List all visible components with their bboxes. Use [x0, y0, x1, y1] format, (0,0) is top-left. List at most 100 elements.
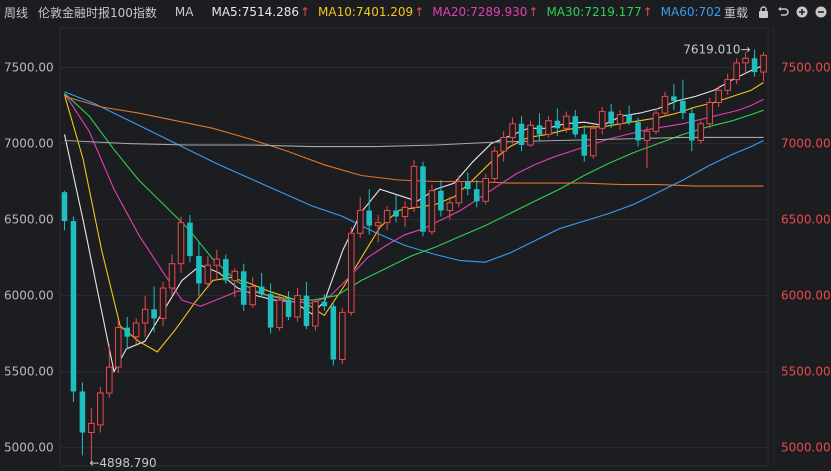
candle: [61, 190, 68, 231]
candle-body: [366, 210, 372, 226]
candle-body: [151, 309, 157, 319]
candle-body: [383, 209, 391, 224]
candle: [428, 184, 436, 235]
candle: [572, 110, 579, 138]
candle-body: [213, 258, 221, 266]
candle: [276, 295, 283, 331]
candle-body: [132, 322, 140, 338]
candle-body: [159, 287, 167, 319]
y-tick-label-right: 6000.00: [781, 289, 831, 303]
candle: [697, 120, 705, 144]
y-tick-label-left: 5000.00: [4, 441, 54, 455]
candle: [330, 303, 337, 366]
candle-body: [527, 124, 534, 146]
candle: [393, 195, 399, 223]
candle: [751, 49, 758, 77]
right-axis: 7500.00 7000.00 6500.00 6000.00 5500.00 5000.…: [781, 60, 831, 454]
y-tick-label-right: 5500.00: [781, 365, 831, 379]
candle-body: [572, 116, 579, 135]
candle: [151, 286, 157, 333]
candle-body: [285, 300, 292, 317]
candle-body: [697, 123, 705, 141]
candle-body: [581, 134, 588, 156]
candle: [88, 408, 95, 464]
candle-body: [598, 111, 606, 129]
candle-body: [393, 210, 399, 217]
candle-body: [114, 327, 122, 368]
candle: [196, 242, 202, 296]
candle-body: [187, 222, 193, 257]
candle-body: [438, 190, 444, 211]
candle-body: [706, 101, 714, 125]
candle-body: [536, 125, 543, 135]
candle-body: [671, 96, 677, 101]
candle-body: [339, 311, 346, 361]
candle-body: [347, 232, 355, 313]
candle: [168, 254, 176, 296]
candle-body: [635, 122, 641, 141]
candle-body: [689, 113, 695, 141]
candle: [141, 295, 149, 337]
candle-body: [626, 114, 632, 123]
candle-body: [401, 206, 409, 218]
candle-body: [303, 295, 310, 327]
candle-body: [312, 301, 319, 327]
candle: [79, 382, 86, 456]
candle-body: [760, 54, 767, 73]
candle-body: [106, 366, 113, 394]
candle: [159, 281, 167, 327]
candle-body: [464, 181, 471, 190]
candle: [410, 160, 418, 212]
candle-body: [589, 127, 597, 157]
candle: [509, 117, 516, 144]
ma-line-ma5: [63, 64, 764, 374]
candle: [356, 196, 364, 238]
candle-body: [733, 62, 740, 81]
candle: [635, 117, 641, 147]
candle-body: [321, 301, 328, 307]
candle: [187, 215, 193, 263]
candlestick-chart[interactable]: 7500.00 7000.00 6500.00 6000.00 5500.00 5000.…: [0, 0, 831, 471]
candle: [294, 288, 301, 322]
candle-body: [204, 264, 212, 284]
candle-body: [482, 178, 489, 202]
candle-body: [509, 123, 516, 138]
candle: [177, 216, 185, 273]
candle: [339, 307, 346, 365]
candle-body: [410, 165, 418, 208]
candle: [652, 108, 660, 135]
candle-body: [518, 123, 525, 146]
candle: [70, 216, 77, 403]
candle: [545, 116, 552, 138]
candle-body: [491, 150, 498, 180]
candle-body: [473, 189, 480, 202]
candle-body: [652, 112, 660, 132]
candle-body: [742, 57, 749, 64]
ma-line-ma250: [64, 136, 764, 148]
left-axis: 7500.00 7000.00 6500.00 6000.00 5500.00 5000.…: [4, 60, 54, 454]
candle: [223, 254, 229, 284]
candle-body: [608, 111, 614, 124]
candle-body: [124, 327, 130, 337]
candle: [661, 91, 669, 117]
y-tick-label-right: 7500.00: [781, 60, 831, 74]
candle: [733, 58, 740, 85]
y-tick-label-left: 5500.00: [4, 365, 54, 379]
y-tick-label-left: 7000.00: [4, 137, 54, 151]
y-tick-label-right: 6500.00: [781, 213, 831, 227]
candle-body: [554, 120, 561, 129]
candle-body: [223, 259, 229, 281]
candle-body: [724, 79, 731, 91]
candle-body: [455, 181, 463, 204]
candle-body: [79, 391, 86, 433]
moving-average-lines: [63, 64, 764, 374]
candle: [706, 97, 714, 129]
candle: [249, 277, 256, 308]
candle-body: [168, 263, 176, 289]
candle: [383, 205, 391, 231]
candle-body: [196, 256, 202, 284]
candle-body: [643, 130, 651, 141]
candle-body: [680, 100, 686, 114]
candle-body: [61, 192, 68, 222]
candle-body: [563, 115, 570, 129]
